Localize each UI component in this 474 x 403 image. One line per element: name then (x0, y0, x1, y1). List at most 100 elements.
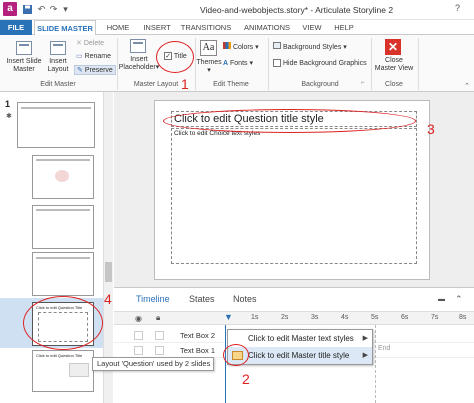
thumb-title-line (21, 107, 91, 109)
hide-background-graphics-checkbox[interactable]: Hide Background Graphics (273, 59, 367, 69)
timeline-header: ◉ 🔒︎ ▼ 1s 2s 3s 4s 5s 6s 7s 8s (114, 311, 474, 325)
layout-thumbnail[interactable] (32, 205, 94, 249)
scrollbar-thumb[interactable] (105, 262, 112, 282)
preserve-label: Preserve (84, 67, 113, 74)
tick-2s: 2s (281, 314, 289, 321)
tick-3s: 3s (311, 314, 319, 321)
collapse-ribbon-icon[interactable]: ⌃ (464, 82, 470, 90)
timeline-row-name: Text Box 2 (180, 331, 216, 340)
annotation-number-2: 2 (242, 371, 250, 387)
edit-master-group-label: Edit Master (40, 81, 76, 88)
visibility-checkbox[interactable] (134, 346, 143, 355)
body-placeholder[interactable]: Click to edit Choice text styles (171, 128, 417, 264)
themes-label: Themes (196, 59, 222, 66)
insert-placeholder-label-1: Insert (130, 56, 148, 63)
ribbon: Insert Slide Master Insert Layout ✕ Dele… (0, 35, 474, 92)
tab-insert[interactable]: INSERT (140, 20, 174, 35)
menu-item-master-title-style[interactable]: Click to edit Master title style ▶ (228, 347, 372, 364)
timeline-end-label: End (378, 345, 391, 352)
edit-theme-group-label: Edit Theme (213, 81, 249, 88)
themes-icon: Aa (200, 40, 217, 56)
layout-thumbnail[interactable] (32, 155, 94, 199)
delete-button[interactable]: ✕ Delete (76, 39, 104, 49)
storyline-logo-icon: a (3, 2, 17, 16)
tab-slide-master[interactable]: SLIDE MASTER (34, 20, 96, 36)
playhead-icon[interactable]: ▼ (224, 312, 233, 322)
insert-slide-master-label-2: Master (13, 66, 35, 73)
insert-layout-label-1: Insert (49, 58, 67, 65)
checkbox-unchecked-icon (273, 59, 281, 68)
insert-placeholder-icon (130, 39, 146, 53)
menu-item-master-text-styles[interactable]: Click to edit Master text styles ▶ (228, 330, 372, 347)
rename-button[interactable]: ▭ Rename (76, 52, 111, 62)
title-bar: a ↶ ↷ ▾ Video-and-webobjects.story* - Ar… (0, 0, 474, 20)
colors-button[interactable]: Colors ▾ (223, 42, 259, 52)
fonts-label: Fonts (230, 60, 248, 67)
quick-access-dropdown-icon[interactable]: ▾ (60, 4, 71, 15)
close-master-view-icon: ✕ (385, 39, 401, 55)
insert-placeholder-label-2: Placeholder (118, 64, 156, 71)
preserve-pin-icon: ✱ (6, 113, 12, 120)
insert-layout-button[interactable]: Insert Layout (44, 58, 72, 74)
insert-placeholder-button[interactable]: Insert Placeholder▾ (118, 56, 160, 72)
lock-checkbox[interactable] (155, 346, 164, 355)
close-master-view-button[interactable]: Close Master View (372, 57, 416, 73)
rename-label: Rename (84, 53, 112, 60)
expand-panel-icon[interactable]: ⌃ (455, 294, 463, 305)
tick-6s: 6s (401, 314, 409, 321)
master-slide-number: 1 (5, 99, 11, 109)
background-styles-button[interactable]: Background Styles ▾ (273, 42, 347, 52)
tab-transitions[interactable]: TRANSITIONS (179, 20, 233, 35)
menu-item-label: Click to edit Master text styles (248, 334, 354, 343)
group-divider (268, 38, 269, 90)
tab-view[interactable]: VIEW (298, 20, 326, 35)
thumb-title-line (36, 209, 90, 211)
playhead-line (225, 325, 226, 403)
annotation-ring-2 (223, 344, 249, 366)
visibility-checkbox[interactable] (134, 331, 143, 340)
window-title: Video-and-webobjects.story* - Articulate… (200, 5, 394, 15)
tab-help[interactable]: HELP (330, 20, 358, 35)
dialog-launcher-icon[interactable]: ⌐ (361, 80, 365, 86)
tick-7s: 7s (431, 314, 439, 321)
save-icon[interactable] (22, 4, 33, 15)
visibility-eye-icon[interactable]: ◉ (135, 314, 142, 323)
layout-thumbnail[interactable] (32, 252, 94, 296)
undo-icon[interactable]: ↶ (36, 4, 47, 15)
themes-button[interactable]: Themes ▾ (196, 59, 222, 75)
layout-thumbnail[interactable]: Click to edit Question Title (32, 350, 94, 392)
tab-animations[interactable]: ANIMATIONS (240, 20, 294, 35)
lock-icon[interactable]: 🔒︎ (156, 313, 160, 323)
master-slide-thumbnail[interactable] (17, 102, 95, 148)
annotation-number-4: 4 (104, 291, 112, 307)
timeline-end-line (375, 325, 376, 403)
redo-icon[interactable]: ↷ (48, 4, 59, 15)
insert-slide-master-button[interactable]: Insert Slide Master (4, 58, 44, 74)
rename-icon: ▭ (76, 53, 85, 60)
submenu-arrow-icon: ▶ (362, 352, 368, 359)
tab-notes[interactable]: Notes (233, 294, 257, 304)
insert-layout-label-2: Layout (47, 66, 69, 73)
background-styles-label: Background Styles (282, 44, 342, 51)
tab-timeline[interactable]: Timeline (136, 294, 170, 304)
preserve-button[interactable]: ✎ Preserve (74, 65, 116, 75)
collapse-panel-icon[interactable]: ▬ (438, 296, 445, 303)
tab-file[interactable]: FILE (0, 20, 32, 35)
insert-layout-icon (50, 41, 66, 55)
thumb-image-icon (55, 170, 69, 182)
fonts-icon: A (223, 60, 229, 67)
thumb-title-text: Click to edit Question Title (36, 353, 83, 358)
tab-home[interactable]: HOME (103, 20, 133, 35)
delete-icon: ✕ (76, 40, 84, 47)
background-group-label: Background (301, 81, 339, 88)
fonts-button[interactable]: A Fonts ▾ (223, 59, 253, 69)
hide-background-graphics-label: Hide Background Graphics (282, 60, 367, 67)
tab-states[interactable]: States (189, 294, 215, 304)
lock-checkbox[interactable] (155, 331, 164, 340)
help-icon[interactable]: ? (455, 3, 460, 13)
annotation-ring-1 (156, 41, 194, 73)
submenu-arrow-icon: ▶ (362, 335, 368, 342)
tick-5s: 5s (371, 314, 379, 321)
background-styles-icon (273, 42, 281, 49)
thumb-title-line (36, 257, 90, 259)
